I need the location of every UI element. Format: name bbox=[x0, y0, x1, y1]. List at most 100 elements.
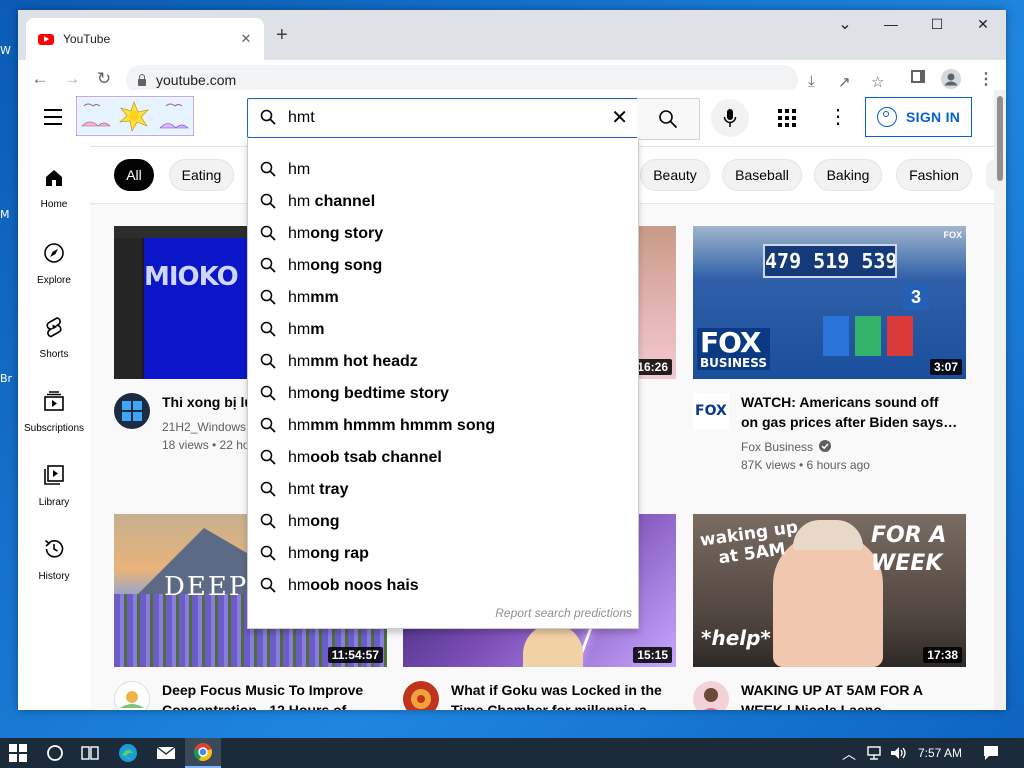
search-suggestion[interactable]: hmong bbox=[248, 505, 638, 537]
bookmark-star-icon[interactable]: ☆ bbox=[871, 73, 884, 91]
video-thumbnail[interactable]: 479 519 539 3 FOX BUSINESS FOX 3:07 bbox=[693, 226, 966, 379]
search-suggestion[interactable]: hmt tray bbox=[248, 473, 638, 505]
search-suggestion[interactable]: hmong song bbox=[248, 249, 638, 281]
network-icon[interactable] bbox=[865, 744, 883, 762]
tab-search-button[interactable]: ⌄ bbox=[822, 14, 868, 34]
windows-start-icon[interactable] bbox=[8, 743, 28, 763]
sign-in-button[interactable]: SIGN IN bbox=[865, 97, 972, 137]
new-tab-button[interactable]: + bbox=[276, 24, 288, 47]
history-icon bbox=[44, 539, 64, 558]
settings-more-icon[interactable]: ⋮ bbox=[828, 104, 848, 129]
search-suggestion[interactable]: hmmm hmmm hmmm song bbox=[248, 409, 638, 441]
search-suggestion[interactable]: hmoob noos hais bbox=[248, 569, 638, 601]
mail-icon[interactable] bbox=[155, 742, 177, 764]
verified-badge-icon bbox=[819, 440, 832, 452]
url-text: youtube.com bbox=[156, 72, 237, 88]
chip-eating[interactable]: Eating bbox=[169, 159, 234, 191]
video-title[interactable]: What if Goku was Locked in the bbox=[451, 680, 671, 700]
forward-icon[interactable]: → bbox=[61, 69, 83, 89]
chrome-menu-icon[interactable]: ⋮ bbox=[978, 69, 994, 89]
desktop-icon-label[interactable]: W bbox=[0, 44, 11, 57]
video-title[interactable]: Deep Focus Music To Improve bbox=[162, 680, 382, 700]
task-view-icon[interactable] bbox=[79, 742, 101, 764]
chip-fashion[interactable]: Fashion bbox=[896, 159, 972, 191]
edge-browser-icon[interactable] bbox=[117, 742, 139, 764]
tray-chevron-icon[interactable]: ︿ bbox=[842, 744, 856, 764]
close-window-button[interactable]: ✕ bbox=[960, 16, 1006, 33]
suggestion-completion: m bbox=[310, 321, 325, 338]
volume-icon[interactable] bbox=[889, 744, 907, 762]
search-suggestion[interactable]: hm bbox=[248, 153, 638, 185]
search-taskbar-icon[interactable] bbox=[44, 742, 66, 764]
chip-baking[interactable]: Baking bbox=[814, 159, 882, 191]
chip-all[interactable]: All bbox=[114, 159, 154, 191]
channel-avatar[interactable] bbox=[114, 393, 150, 429]
maximize-button[interactable]: ☐ bbox=[914, 16, 960, 33]
search-button[interactable] bbox=[637, 98, 700, 140]
compass-icon bbox=[44, 243, 64, 263]
video-thumbnail[interactable]: waking up at 5AM FOR A WEEK *help* 17:38 bbox=[693, 514, 966, 667]
reload-icon[interactable]: ↻ bbox=[93, 69, 115, 89]
menu-icon[interactable] bbox=[44, 109, 62, 130]
search-suggestion[interactable]: hmoob tsab channel bbox=[248, 441, 638, 473]
thumbnail-text: BUSINESS bbox=[700, 356, 767, 370]
suggestion-completion: ong rap bbox=[310, 545, 369, 562]
scrollbar-thumb[interactable] bbox=[997, 96, 1003, 181]
suggestion-prefix: hm bbox=[288, 545, 311, 562]
video-title-line2[interactable]: WEEK | Nicole Laeno bbox=[741, 700, 961, 710]
page-scrollbar[interactable] bbox=[994, 90, 1006, 710]
video-title[interactable]: WATCH: Americans sound off bbox=[741, 392, 961, 412]
youtube-doodle-logo[interactable] bbox=[75, 95, 195, 137]
search-suggestion[interactable]: hmmm hot headz bbox=[248, 345, 638, 377]
guide-item-explore[interactable]: Explore bbox=[18, 242, 90, 286]
search-suggestion[interactable]: hmmm bbox=[248, 281, 638, 313]
share-icon[interactable]: ↗ bbox=[838, 73, 851, 91]
notifications-icon[interactable] bbox=[982, 744, 1000, 762]
clear-search-icon[interactable]: ✕ bbox=[611, 105, 628, 130]
video-title-line2[interactable]: Time Chamber for millennia a bbox=[451, 700, 671, 710]
guide-item-subscriptions[interactable]: Subscriptions bbox=[18, 390, 90, 434]
video-title-line2[interactable]: Concentration - 12 Hours of bbox=[162, 700, 382, 710]
suggestion-text: hmong story bbox=[288, 225, 383, 243]
suggestion-completion: tray bbox=[314, 481, 349, 498]
channel-avatar[interactable] bbox=[693, 681, 729, 710]
youtube-apps-icon[interactable] bbox=[778, 109, 796, 127]
channel-avatar[interactable]: FOX bbox=[693, 393, 729, 429]
chip-baseball[interactable]: Baseball bbox=[722, 159, 802, 191]
guide-item-history[interactable]: History bbox=[18, 538, 90, 582]
channel-avatar[interactable] bbox=[403, 681, 439, 710]
desktop-icon-label[interactable]: Br bbox=[0, 372, 12, 385]
suggestion-completion: ong bbox=[310, 513, 340, 530]
side-panel-icon[interactable] bbox=[911, 70, 925, 83]
lock-icon bbox=[138, 73, 146, 86]
search-suggestion[interactable]: hm channel bbox=[248, 185, 638, 217]
tab-youtube[interactable]: YouTube ✕ bbox=[26, 18, 264, 60]
search-input[interactable] bbox=[286, 105, 590, 131]
suggestion-search-icon bbox=[260, 577, 276, 593]
search-suggestion[interactable]: hmong rap bbox=[248, 537, 638, 569]
channel-name[interactable]: Fox Business bbox=[741, 440, 961, 454]
guide-item-shorts[interactable]: Shorts bbox=[18, 316, 90, 360]
video-title[interactable]: WAKING UP AT 5AM FOR A bbox=[741, 680, 961, 700]
search-box[interactable]: ✕ bbox=[247, 98, 639, 138]
install-app-icon[interactable]: ⤓ bbox=[808, 73, 815, 90]
video-title-line2[interactable]: on gas prices after Biden says… bbox=[741, 412, 961, 432]
desktop-icon-label[interactable]: M bbox=[0, 208, 10, 221]
chrome-taskbar-button[interactable] bbox=[185, 738, 221, 768]
minimize-button[interactable]: — bbox=[868, 16, 914, 32]
suggestion-search-icon bbox=[260, 545, 276, 561]
back-icon[interactable]: ← bbox=[29, 69, 51, 89]
search-suggestion[interactable]: hmm bbox=[248, 313, 638, 345]
voice-search-button[interactable] bbox=[711, 99, 749, 137]
profile-avatar-icon[interactable] bbox=[941, 69, 961, 89]
guide-item-home[interactable]: Home bbox=[18, 168, 90, 210]
taskbar-clock[interactable]: 7:57 AM bbox=[918, 746, 962, 760]
tab-close-icon[interactable]: ✕ bbox=[238, 31, 254, 47]
search-suggestion[interactable]: hmong bedtime story bbox=[248, 377, 638, 409]
suggestion-prefix: hm bbox=[288, 449, 311, 466]
guide-item-library[interactable]: Library bbox=[18, 464, 90, 508]
report-search-predictions-link[interactable]: Report search predictions bbox=[495, 606, 632, 620]
chip-beauty[interactable]: Beauty bbox=[640, 159, 710, 191]
search-suggestion[interactable]: hmong story bbox=[248, 217, 638, 249]
channel-avatar[interactable] bbox=[114, 681, 150, 710]
